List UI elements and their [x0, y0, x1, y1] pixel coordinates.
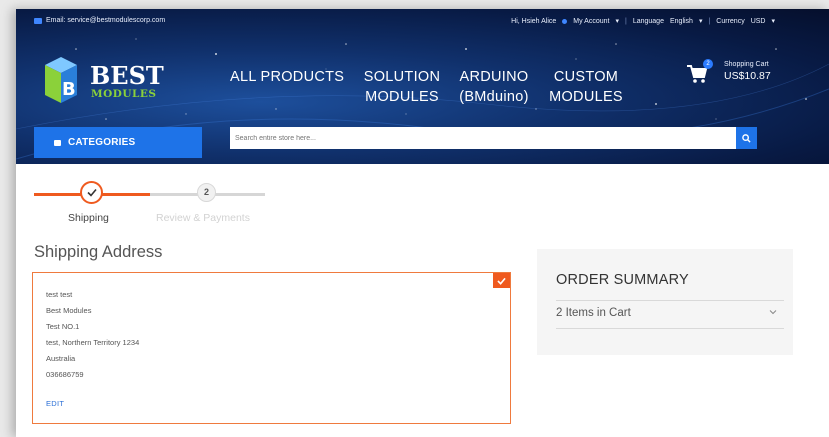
nav-all-products[interactable]: ALL PRODUCTS: [230, 67, 344, 87]
address-phone: 036686759: [46, 370, 84, 379]
categories-label: CATEGORIES: [68, 137, 136, 148]
order-summary: ORDER SUMMARY 2 Items in Cart: [537, 249, 793, 355]
nav-custom-modules[interactable]: CUSTOM MODULES: [544, 67, 628, 107]
logo-cube-icon: B: [45, 57, 77, 103]
address-city-region: test, Northern Territory 1234: [46, 338, 140, 347]
nav-custom-line2: MODULES: [549, 89, 623, 105]
chevron-down-icon[interactable]: [768, 307, 778, 317]
nav-arduino[interactable]: ARDUINO (BMduino): [452, 67, 536, 107]
mail-icon: [34, 17, 42, 24]
svg-text:B: B: [62, 79, 76, 100]
divider: [556, 328, 784, 329]
window-frame: Email: service@bestmodulescorp.com Hi, H…: [0, 0, 829, 437]
categories-button[interactable]: CATEGORIES: [34, 127, 202, 158]
address-country: Australia: [46, 354, 76, 363]
step-shipping-indicator[interactable]: [80, 181, 103, 204]
contact-email[interactable]: Email: service@bestmodulescorp.com: [34, 17, 165, 24]
site-logo[interactable]: B BEST MODULES: [42, 57, 172, 107]
nav-all-products-label: ALL PRODUCTS: [230, 69, 345, 85]
checkmark-icon: [86, 188, 97, 197]
search-icon: [742, 133, 751, 143]
cart-total: US$10.87: [724, 70, 771, 82]
cart-count-badge: 2: [703, 59, 713, 69]
address-street: Test NO.1: [46, 322, 80, 331]
address-card-selected[interactable]: test test Best Modules Test NO.1 test, N…: [32, 272, 511, 424]
divider: |: [625, 17, 627, 25]
order-summary-title: ORDER SUMMARY: [556, 272, 689, 288]
logo-text-best: BEST: [90, 61, 164, 90]
language-label: Language: [632, 17, 664, 25]
selected-badge: [493, 273, 510, 288]
shipping-address-title: Shipping Address: [34, 243, 163, 261]
nav-arduino-line2: (BMduino): [459, 89, 529, 105]
currency-select[interactable]: USD: [751, 18, 766, 25]
site-header: Email: service@bestmodulescorp.com Hi, H…: [16, 9, 829, 164]
account-links: Hi, Hsieh Alice My Account ▾ | Language …: [511, 17, 775, 26]
chevron-down-icon: ▾: [698, 18, 703, 25]
cart-title: Shopping Cart: [724, 61, 769, 68]
items-in-cart-toggle[interactable]: 2 Items in Cart: [556, 307, 631, 319]
step-review-label: Review & Payments: [156, 212, 250, 224]
step-shipping-label: Shipping: [68, 212, 109, 224]
menu-icon: [54, 139, 61, 146]
nav-solution-line1: SOLUTION: [363, 69, 441, 85]
my-account-link[interactable]: My Account: [573, 18, 609, 25]
logo-text-modules: MODULES: [91, 88, 157, 100]
edit-address-link[interactable]: EDIT: [46, 399, 64, 408]
address-name: test test: [46, 290, 73, 299]
nav-arduino-line1: ARDUINO: [459, 69, 529, 85]
address-company: Best Modules: [46, 306, 92, 315]
divider: [556, 300, 784, 301]
greeting-text: Hi, Hsieh Alice: [511, 17, 557, 25]
top-bar: Email: service@bestmodulescorp.com Hi, H…: [16, 9, 829, 33]
currency-label: Currency: [716, 17, 745, 25]
checkmark-icon: [497, 277, 506, 285]
shopping-cart[interactable]: 2 Shopping Cart US$10.87: [686, 59, 786, 99]
nav-solution-modules[interactable]: SOLUTION MODULES: [359, 67, 445, 107]
user-icon: [562, 18, 568, 24]
search-button[interactable]: [736, 127, 757, 149]
nav-custom-line1: CUSTOM: [553, 69, 619, 85]
search-input[interactable]: [230, 127, 736, 149]
checkout-page: Email: service@bestmodulescorp.com Hi, H…: [16, 9, 829, 437]
step-review-indicator[interactable]: 2: [197, 183, 216, 202]
divider: |: [708, 17, 711, 25]
chevron-down-icon: ▾: [615, 18, 619, 25]
language-select[interactable]: English: [670, 18, 693, 25]
nav-solution-line2: MODULES: [365, 89, 439, 105]
email-text: Email: service@bestmodulescorp.com: [46, 17, 166, 24]
checkout-progress: 2 Shipping Review & Payments: [16, 164, 829, 234]
address-lines: test test Best Modules Test NO.1 test, N…: [46, 287, 139, 383]
chevron-down-icon: ▾: [771, 18, 775, 25]
